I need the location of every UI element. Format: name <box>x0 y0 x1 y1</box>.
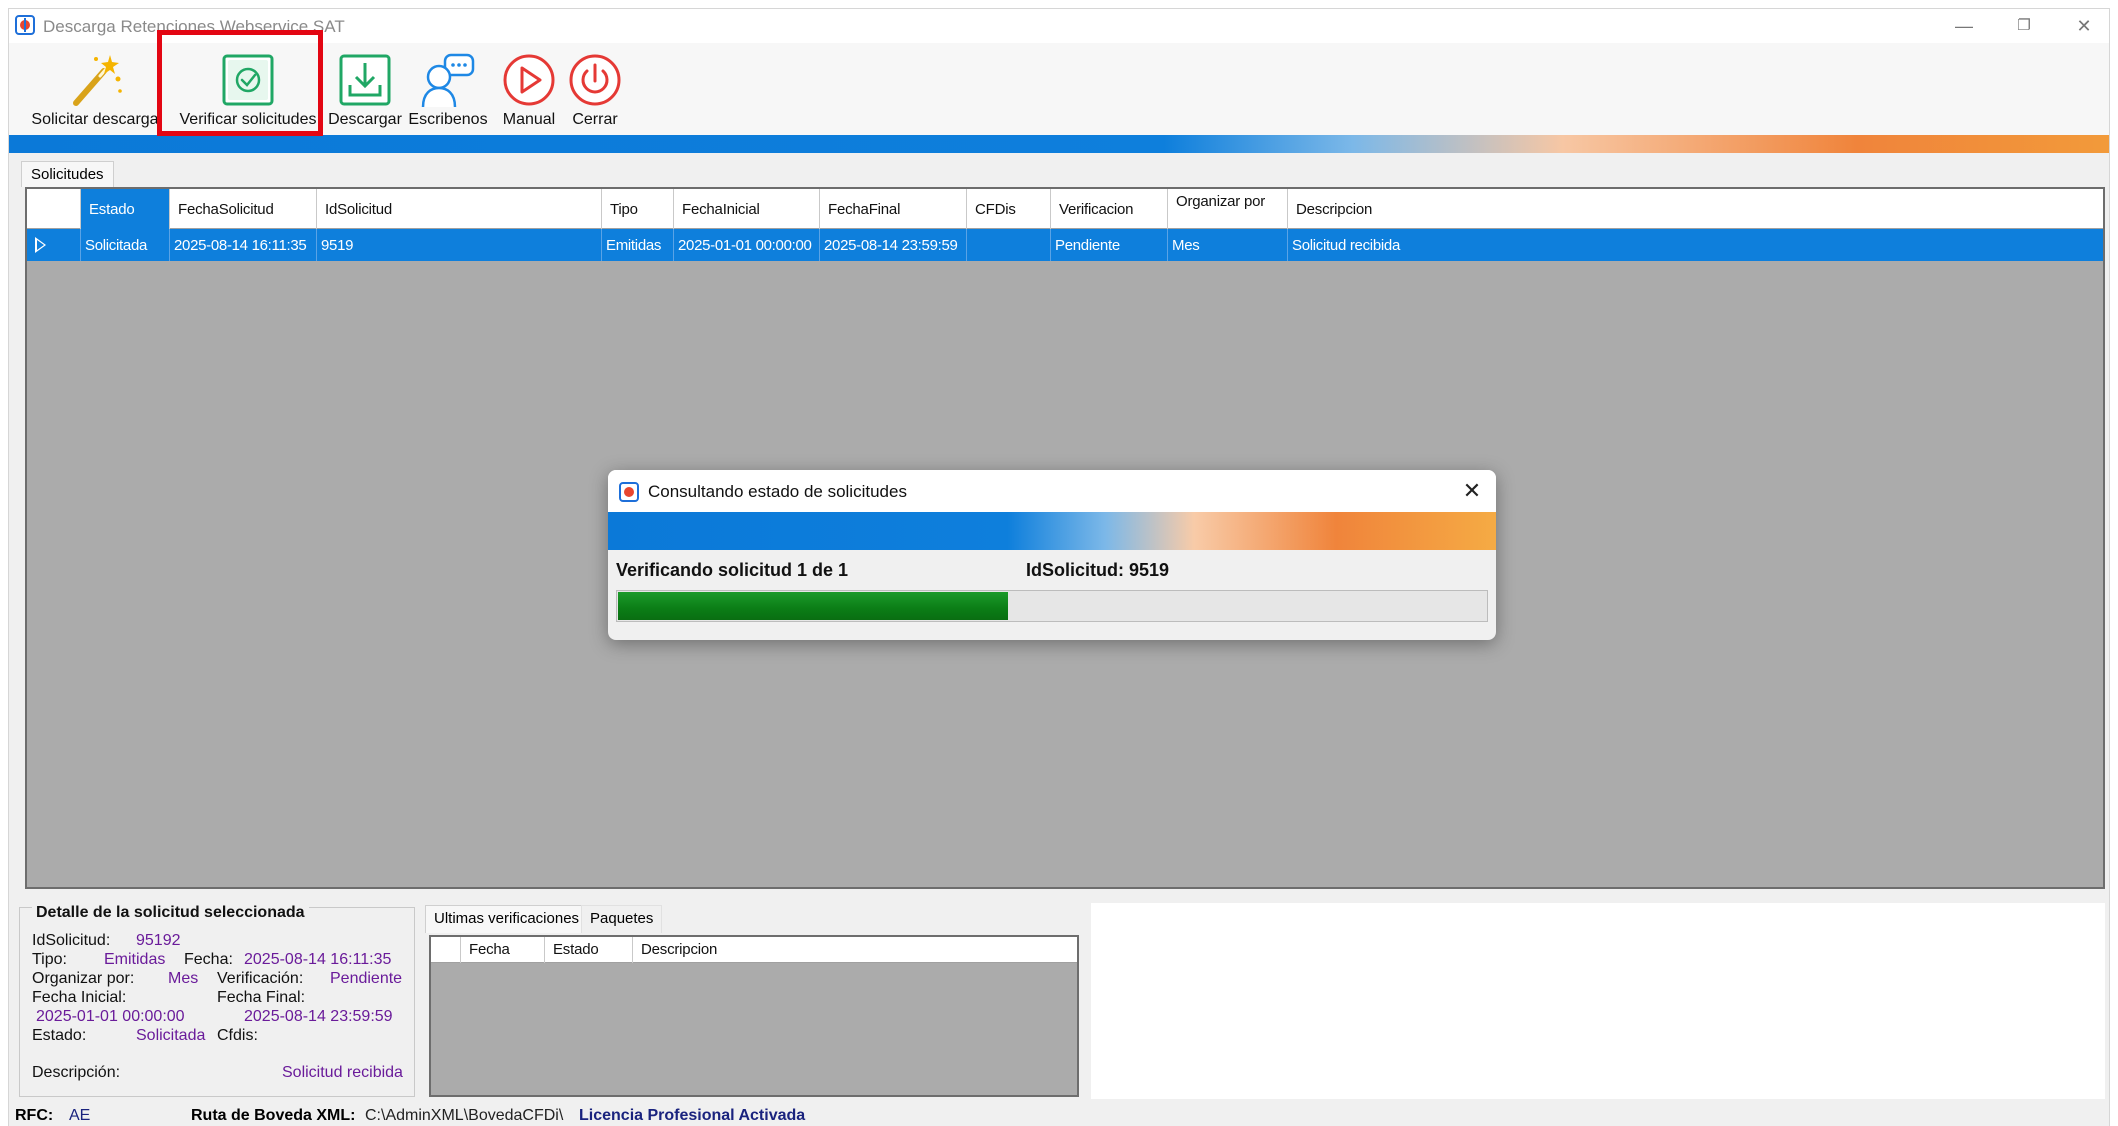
play-circle-icon <box>503 54 555 106</box>
cell-organizar-por[interactable]: Mes <box>1168 229 1288 261</box>
column-header-fecha[interactable]: Fecha <box>461 937 545 963</box>
column-header-organizar-por[interactable]: Organizar por <box>1168 189 1288 229</box>
descargar-button[interactable]: Descargar <box>327 47 403 131</box>
detail-fecha-value: 2025-08-14 16:11:35 <box>244 951 392 968</box>
cerrar-label: Cerrar <box>572 111 618 128</box>
magic-wand-icon <box>73 55 122 106</box>
descargar-label: Descargar <box>328 111 402 128</box>
column-header-fechafinal[interactable]: FechaFinal <box>820 189 967 229</box>
ruta-label: Ruta de Boveda XML: <box>191 1107 356 1124</box>
toolbar: Solicitar descarga Verificar solicitudes… <box>9 43 2109 135</box>
column-header-verificacion[interactable]: Verificacion <box>1051 189 1168 229</box>
manual-button[interactable]: Manual <box>495 47 563 131</box>
detail-fecha-final-value: 2025-08-14 23:59:59 <box>244 1008 393 1025</box>
column-header-estado[interactable]: Estado <box>81 189 170 229</box>
column-header-cfdis[interactable]: CFDis <box>967 189 1051 229</box>
column-header-fechasolicitud[interactable]: FechaSolicitud <box>170 189 317 229</box>
solicitar-descarga-button[interactable]: Solicitar descarga <box>25 47 165 131</box>
cell-fechasolicitud[interactable]: 2025-08-14 16:11:35 <box>170 229 317 261</box>
detail-organizar-value: Mes <box>168 970 199 987</box>
row-header-corner <box>27 189 81 229</box>
detail-fecha-inicial-label: Fecha Inicial: <box>32 989 127 1006</box>
escribenos-button[interactable]: Escribenos <box>405 47 491 131</box>
app-logo-icon <box>15 15 35 35</box>
detail-estado-value: Solicitada <box>136 1027 206 1044</box>
cell-estado[interactable]: Solicitada <box>81 229 170 261</box>
column-header-idsolicitud[interactable]: IdSolicitud <box>317 189 602 229</box>
detail-tipo-value: Emitidas <box>104 951 166 968</box>
detail-estado-label: Estado: <box>32 1027 87 1044</box>
column-header-tipo[interactable]: Tipo <box>602 189 674 229</box>
column-header-descripcion[interactable]: Descripcion <box>633 937 1077 963</box>
cell-fechainicial[interactable]: 2025-01-01 00:00:00 <box>674 229 820 261</box>
row-header-corner <box>431 937 461 963</box>
chat-user-icon <box>421 53 475 108</box>
dialog-gradient-bar <box>608 512 1496 550</box>
detail-id-label: IdSolicitud: <box>32 932 111 949</box>
tab-ultimas-verificaciones[interactable]: Ultimas verificaciones <box>425 905 589 933</box>
detail-id-value: 95192 <box>136 932 181 949</box>
column-header-estado[interactable]: Estado <box>545 937 633 963</box>
power-icon <box>569 54 621 106</box>
detail-title: Detalle de la solicitud seleccionada <box>32 904 309 922</box>
row-selector[interactable] <box>27 229 81 261</box>
cerrar-button[interactable]: Cerrar <box>565 47 625 131</box>
cell-tipo[interactable]: Emitidas <box>602 229 674 261</box>
detail-fecha-inicial-value: 2025-01-01 00:00:00 <box>36 1008 185 1025</box>
detail-descripcion-label: Descripción: <box>32 1064 121 1081</box>
verificaciones-grid[interactable]: Fecha Estado Descripcion <box>429 935 1079 1097</box>
table-row[interactable]: Solicitada 2025-08-14 16:11:35 9519 Emit… <box>27 229 2103 261</box>
escribenos-label: Escribenos <box>408 111 488 128</box>
detail-cfdis-label: Cfdis: <box>217 1027 258 1044</box>
rfc-value: AE <box>69 1107 91 1124</box>
detail-descripcion-value: Solicitud recibida <box>282 1064 403 1081</box>
detail-tipo-label: Tipo: <box>32 951 67 968</box>
detail-organizar-label: Organizar por: <box>32 970 135 987</box>
dialog-title: Consultando estado de solicitudes <box>648 482 907 501</box>
detail-fecha-final-label: Fecha Final: <box>217 989 306 1006</box>
ruta-value: C:\AdminXML\BovedaCFDi\ <box>365 1107 564 1124</box>
app-logo-icon <box>619 482 639 502</box>
dialog-status-text: Verificando solicitud 1 de 1 <box>616 560 849 580</box>
tab-paquetes[interactable]: Paquetes <box>581 905 663 933</box>
title-bar: Descarga Retenciones Webservice SAT — ❐ … <box>9 9 2109 43</box>
detail-panel: Detalle de la solicitud seleccionada IdS… <box>19 904 415 1097</box>
minimize-button[interactable]: — <box>1941 13 1987 39</box>
highlight-frame <box>157 30 323 136</box>
restore-button[interactable]: ❐ <box>2001 13 2047 39</box>
solicitar-descarga-label: Solicitar descarga <box>31 111 159 128</box>
manual-label: Manual <box>502 111 556 128</box>
brand-gradient-bar <box>9 135 2109 153</box>
detail-verificacion-value: Pendiente <box>330 970 403 987</box>
dialog-idsolicitud-text: IdSolicitud: 9519 <box>1026 560 1170 580</box>
row-current-arrow-icon <box>35 237 46 253</box>
close-window-button[interactable]: ✕ <box>2061 13 2107 39</box>
cell-idsolicitud[interactable]: 9519 <box>317 229 602 261</box>
dialog-title-bar: Consultando estado de solicitudes ✕ <box>608 470 1496 512</box>
column-header-descripcion[interactable]: Descripcion <box>1288 189 2103 229</box>
dialog-close-button[interactable]: ✕ <box>1456 476 1488 506</box>
detail-fecha-label: Fecha: <box>184 951 233 968</box>
rfc-label: RFC: <box>15 1107 54 1124</box>
cell-verificacion[interactable]: Pendiente <box>1051 229 1168 261</box>
column-header-fechainicial[interactable]: FechaInicial <box>674 189 820 229</box>
progress-bar <box>616 590 1488 622</box>
cell-descripcion[interactable]: Solicitud recibida <box>1288 229 2103 261</box>
tab-solicitudes[interactable]: Solicitudes <box>21 161 114 187</box>
grid-header: Estado FechaSolicitud IdSolicitud Tipo F… <box>27 189 2103 229</box>
verificaciones-grid-header: Fecha Estado Descripcion <box>431 937 1077 963</box>
cell-fechafinal[interactable]: 2025-08-14 23:59:59 <box>820 229 967 261</box>
empty-panel <box>1091 903 2105 1099</box>
download-tray-icon <box>339 54 391 106</box>
progress-bar-fill <box>618 592 1008 620</box>
cell-cfdis[interactable] <box>967 229 1051 261</box>
status-bar: RFC: AE Ruta de Boveda XML: C:\AdminXML\… <box>9 1105 2109 1126</box>
progress-dialog: Consultando estado de solicitudes ✕ Veri… <box>608 470 1496 640</box>
licencia-status: Licencia Profesional Activada <box>579 1107 806 1124</box>
detail-verificacion-label: Verificación: <box>217 970 304 987</box>
